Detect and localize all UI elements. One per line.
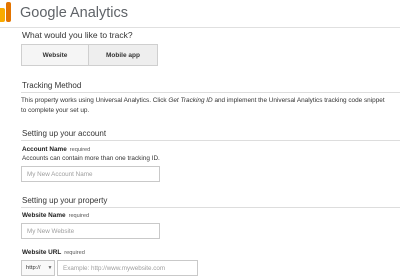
required-tag: required (69, 147, 91, 153)
website-option-button[interactable]: Website (21, 44, 89, 66)
website-name-input[interactable] (21, 223, 160, 239)
website-name-label: Website Name required (22, 212, 89, 219)
tracking-desc-text-2: and implement the Universal Analytics tr… (212, 97, 385, 104)
tracking-method-heading: Tracking Method (22, 81, 82, 90)
get-tracking-id-link[interactable]: Get Tracking ID (168, 97, 212, 104)
required-tag: required (68, 213, 90, 219)
app-title: Google Analytics (20, 5, 128, 21)
property-setup-divider (21, 207, 400, 208)
account-setup-divider (21, 140, 400, 141)
account-name-label-text: Account Name (22, 146, 67, 153)
brand-google: Google (20, 5, 67, 21)
account-name-input[interactable] (21, 166, 160, 182)
tracking-method-divider (21, 92, 400, 93)
account-name-hint: Accounts can contain more than one track… (22, 155, 160, 162)
logo-short-bar (0, 8, 5, 22)
website-url-input[interactable] (57, 260, 198, 276)
tracking-desc-text: This property works using Universal Anal… (21, 97, 169, 104)
analytics-logo-icon (0, 2, 12, 22)
header-divider (0, 27, 400, 28)
protocol-select[interactable]: http:// ▼ (21, 260, 55, 276)
protocol-value: http:// (26, 265, 41, 271)
website-url-label-text: Website URL (22, 249, 62, 256)
track-question: What would you like to track? (22, 30, 133, 40)
tracking-method-description: This property works using Universal Anal… (21, 96, 385, 116)
brand-product: Analytics (70, 5, 129, 21)
tracking-desc-text-3: to complete your set up. (21, 107, 90, 114)
website-url-label: Website URL required (22, 249, 85, 256)
app-header: Google Analytics (0, 0, 400, 28)
chevron-down-icon: ▼ (47, 265, 53, 271)
account-setup-heading: Setting up your account (22, 129, 107, 138)
required-tag: required (64, 250, 85, 256)
website-name-label-text: Website Name (22, 212, 66, 219)
logo-tall-bar (6, 2, 11, 22)
property-setup-heading: Setting up your property (22, 196, 108, 205)
mobile-app-option-button[interactable]: Mobile app (89, 44, 158, 66)
account-name-label: Account Name required (22, 146, 90, 153)
